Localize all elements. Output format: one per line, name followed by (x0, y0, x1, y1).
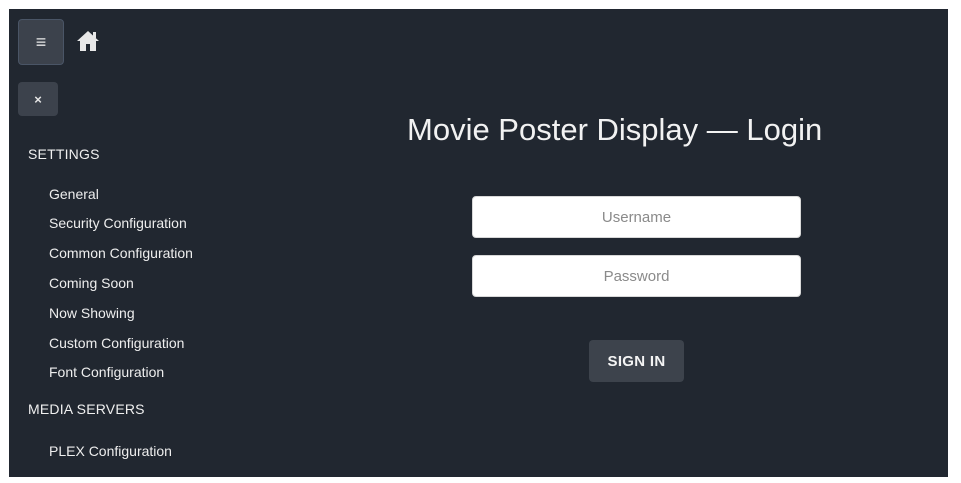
hamburger-icon: ≡ (35, 31, 47, 52)
password-input[interactable] (472, 255, 801, 297)
sidebar-item-security-configuration[interactable]: Security Configuration (49, 215, 187, 231)
sidebar-item-plex-configuration[interactable]: PLEX Configuration (49, 443, 172, 459)
sidebar-item-now-showing[interactable]: Now Showing (49, 305, 135, 321)
sidebar-heading-settings: SETTINGS (28, 146, 100, 162)
sidebar-item-font-configuration[interactable]: Font Configuration (49, 364, 164, 380)
sidebar-item-common-configuration[interactable]: Common Configuration (49, 245, 193, 261)
sidebar-item-general[interactable]: General (49, 186, 99, 202)
sidebar-heading-media-servers: MEDIA SERVERS (28, 401, 145, 417)
sidebar-item-coming-soon[interactable]: Coming Soon (49, 275, 134, 291)
sign-in-button[interactable]: SIGN IN (589, 340, 684, 382)
home-icon (77, 31, 99, 51)
sidebar-close-button[interactable]: × (18, 82, 58, 116)
close-icon: × (34, 91, 42, 107)
username-input[interactable] (472, 196, 801, 238)
menu-toggle-button[interactable]: ≡ (18, 19, 64, 65)
sidebar-item-custom-configuration[interactable]: Custom Configuration (49, 335, 184, 351)
home-button[interactable] (75, 28, 101, 54)
app-frame: ≡ × SETTINGS General Security Configurat… (9, 9, 948, 477)
page-title: Movie Poster Display — Login (407, 112, 823, 147)
